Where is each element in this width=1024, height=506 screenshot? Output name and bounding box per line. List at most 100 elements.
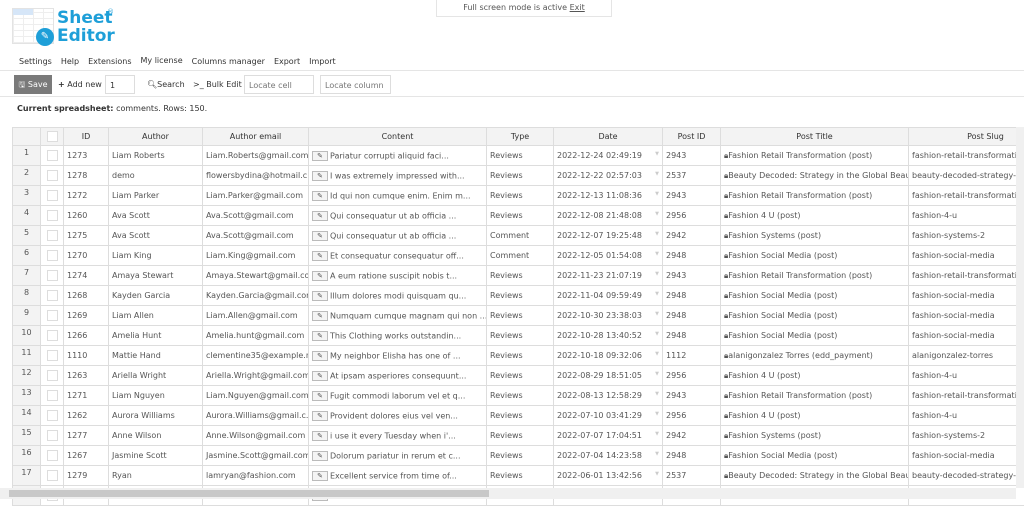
- cell-id[interactable]: 1266: [64, 326, 109, 346]
- exit-fullscreen-link[interactable]: Exit: [570, 3, 585, 12]
- cell-post-slug[interactable]: fashion-social-media: [909, 286, 1024, 306]
- row-checkbox[interactable]: [47, 450, 58, 461]
- cell-post-title[interactable]: 🔒︎Fashion Social Media (post): [721, 286, 909, 306]
- cell-date[interactable]: 2022-08-29 18:51:05▼: [554, 366, 663, 386]
- row-checkbox[interactable]: [47, 390, 58, 401]
- cell-author[interactable]: Ryan: [109, 466, 203, 486]
- add-count-input[interactable]: 1: [105, 75, 135, 94]
- row-checkbox[interactable]: [47, 210, 58, 221]
- cell-type[interactable]: Reviews: [487, 286, 554, 306]
- cell-author[interactable]: Kayden Garcia: [109, 286, 203, 306]
- cell-post-slug[interactable]: fashion-retail-transformation: [909, 186, 1024, 206]
- cell-post-id[interactable]: 2943: [663, 146, 721, 166]
- cell-id[interactable]: 1263: [64, 366, 109, 386]
- cell-post-title[interactable]: 🔒︎Fashion Systems (post): [721, 226, 909, 246]
- date-dropdown-icon[interactable]: ▼: [655, 311, 659, 317]
- cell-post-id[interactable]: 2537: [663, 466, 721, 486]
- row-checkbox[interactable]: [47, 330, 58, 341]
- cell-date[interactable]: 2022-12-05 01:54:08▼: [554, 246, 663, 266]
- cell-post-id[interactable]: 2956: [663, 366, 721, 386]
- cell-author-email[interactable]: Ariella.Wright@gmail.com: [203, 366, 309, 386]
- date-dropdown-icon[interactable]: ▼: [655, 151, 659, 157]
- cell-content[interactable]: ✎Excellent service from time of...: [309, 466, 487, 486]
- cell-type[interactable]: Reviews: [487, 166, 554, 186]
- cell-type[interactable]: Comment: [487, 226, 554, 246]
- date-dropdown-icon[interactable]: ▼: [655, 211, 659, 217]
- cell-author[interactable]: Aurora Williams: [109, 406, 203, 426]
- column-header-author-email[interactable]: Author email: [203, 128, 309, 146]
- edit-content-icon[interactable]: ✎: [312, 231, 328, 241]
- select-all-checkbox[interactable]: [47, 131, 58, 142]
- cell-content[interactable]: ✎My neighbor Elisha has one of ...: [309, 346, 487, 366]
- edit-content-icon[interactable]: ✎: [312, 211, 328, 221]
- cell-type[interactable]: Reviews: [487, 406, 554, 426]
- date-dropdown-icon[interactable]: ▼: [655, 271, 659, 277]
- date-dropdown-icon[interactable]: ▼: [655, 231, 659, 237]
- cell-type[interactable]: Reviews: [487, 366, 554, 386]
- cell-post-title[interactable]: 🔒︎alanigonzalez Torres (edd_payment): [721, 346, 909, 366]
- cell-author-email[interactable]: clementine35@example.ne: [203, 346, 309, 366]
- cell-content[interactable]: ✎i use it every Tuesday when i'...: [309, 426, 487, 446]
- column-header-id[interactable]: ID: [64, 128, 109, 146]
- row-checkbox[interactable]: [47, 270, 58, 281]
- save-button[interactable]: 🖫 Save: [14, 75, 52, 94]
- cell-author[interactable]: Liam Nguyen: [109, 386, 203, 406]
- cell-id[interactable]: 1273: [64, 146, 109, 166]
- cell-content[interactable]: ✎At ipsam asperiores consequunt...: [309, 366, 487, 386]
- edit-content-icon[interactable]: ✎: [312, 151, 328, 161]
- column-header-date[interactable]: Date: [554, 128, 663, 146]
- menu-extensions[interactable]: Extensions: [88, 57, 131, 66]
- cell-id[interactable]: 1267: [64, 446, 109, 466]
- row-checkbox[interactable]: [47, 430, 58, 441]
- cell-author[interactable]: Liam Allen: [109, 306, 203, 326]
- column-header-post-title[interactable]: Post Title: [721, 128, 909, 146]
- column-header-content[interactable]: Content: [309, 128, 487, 146]
- cell-post-title[interactable]: 🔒︎Fashion Social Media (post): [721, 246, 909, 266]
- cell-date[interactable]: 2022-08-13 12:58:29▼: [554, 386, 663, 406]
- cell-post-slug[interactable]: fashion-retail-transformation: [909, 266, 1024, 286]
- cell-type[interactable]: Reviews: [487, 306, 554, 326]
- cell-id[interactable]: 1279: [64, 466, 109, 486]
- cell-content[interactable]: ✎Illum dolores modi quisquam qu...: [309, 286, 487, 306]
- cell-post-title[interactable]: 🔒︎Fashion Social Media (post): [721, 306, 909, 326]
- cell-id[interactable]: 1262: [64, 406, 109, 426]
- cell-author[interactable]: Ava Scott: [109, 226, 203, 246]
- cell-author-email[interactable]: Liam.Nguyen@gmail.com: [203, 386, 309, 406]
- cell-content[interactable]: ✎Dolorum pariatur in rerum et c...: [309, 446, 487, 466]
- cell-content[interactable]: ✎Qui consequatur ut ab officia ...: [309, 226, 487, 246]
- column-header-post-slug[interactable]: Post Slug: [909, 128, 1024, 146]
- bulk-edit-button[interactable]: >_ Bulk Edit: [193, 75, 242, 94]
- cell-date[interactable]: 2022-11-04 09:59:49▼: [554, 286, 663, 306]
- date-dropdown-icon[interactable]: ▼: [655, 331, 659, 337]
- cell-post-id[interactable]: 2956: [663, 206, 721, 226]
- cell-post-slug[interactable]: fashion-social-media: [909, 246, 1024, 266]
- menu-columns-manager[interactable]: Columns manager: [192, 57, 265, 66]
- cell-date[interactable]: 2022-10-30 23:38:03▼: [554, 306, 663, 326]
- cell-author-email[interactable]: Liam.Allen@gmail.com: [203, 306, 309, 326]
- cell-content[interactable]: ✎Fugit commodi laborum vel et q...: [309, 386, 487, 406]
- cell-author[interactable]: Jasmine Scott: [109, 446, 203, 466]
- cell-id[interactable]: 1269: [64, 306, 109, 326]
- edit-content-icon[interactable]: ✎: [312, 371, 328, 381]
- cell-id[interactable]: 1277: [64, 426, 109, 446]
- cell-content[interactable]: ✎Pariatur corrupti aliquid faci...: [309, 146, 487, 166]
- cell-id[interactable]: 1110: [64, 346, 109, 366]
- cell-post-title[interactable]: 🔒︎Fashion Retail Transformation (post): [721, 146, 909, 166]
- cell-author[interactable]: Mattie Hand: [109, 346, 203, 366]
- date-dropdown-icon[interactable]: ▼: [655, 371, 659, 377]
- menu-export[interactable]: Export: [274, 57, 300, 66]
- date-dropdown-icon[interactable]: ▼: [655, 171, 659, 177]
- cell-post-id[interactable]: 1112: [663, 346, 721, 366]
- cell-author[interactable]: Ariella Wright: [109, 366, 203, 386]
- cell-date[interactable]: 2022-12-08 21:48:08▼: [554, 206, 663, 226]
- date-dropdown-icon[interactable]: ▼: [655, 191, 659, 197]
- cell-type[interactable]: Reviews: [487, 186, 554, 206]
- cell-date[interactable]: 2022-07-10 03:41:29▼: [554, 406, 663, 426]
- edit-content-icon[interactable]: ✎: [312, 171, 328, 181]
- menu-import[interactable]: Import: [309, 57, 336, 66]
- cell-author[interactable]: Amelia Hunt: [109, 326, 203, 346]
- cell-post-slug[interactable]: fashion-systems-2: [909, 426, 1024, 446]
- search-button[interactable]: 🔍︎Search: [147, 75, 185, 94]
- cell-date[interactable]: 2022-06-01 13:42:56▼: [554, 466, 663, 486]
- cell-author[interactable]: Anne Wilson: [109, 426, 203, 446]
